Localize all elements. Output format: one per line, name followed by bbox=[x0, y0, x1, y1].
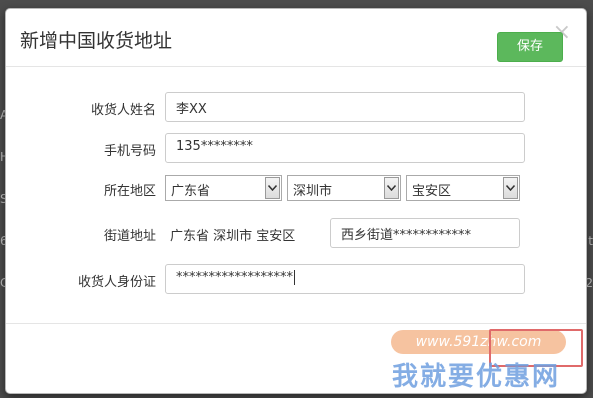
id-card-label: 收货人身份证 bbox=[77, 275, 156, 290]
phone-row: 手机号码 135******** bbox=[6, 133, 586, 163]
save-button[interactable]: 保存 bbox=[497, 32, 563, 62]
district-select[interactable]: 宝安区 bbox=[406, 175, 520, 201]
phone-value: 135******** bbox=[176, 139, 253, 154]
street-value: 西乡街道************ bbox=[341, 228, 472, 243]
recipient-row: 收货人姓名 李XX bbox=[6, 92, 586, 122]
chevron-down-icon bbox=[503, 177, 518, 199]
city-select[interactable]: 深圳市 bbox=[287, 175, 401, 201]
street-row: 街道地址 广东省 深圳市 宝安区 西乡街道************ bbox=[6, 218, 586, 248]
street-label: 街道地址 bbox=[103, 229, 156, 244]
watermark-text: 我就要优惠网 bbox=[392, 362, 561, 392]
district-value: 宝安区 bbox=[412, 184, 452, 199]
recipient-name-value: 李XX bbox=[176, 102, 207, 117]
province-value: 广东省 bbox=[171, 184, 211, 199]
region-row: 所在地区 广东省 深圳市 宝安区 bbox=[6, 173, 586, 203]
id-card-value: ****************** bbox=[176, 270, 293, 285]
city-value: 深圳市 bbox=[293, 184, 333, 199]
backdrop-fragment: t bbox=[588, 234, 593, 248]
id-card-input[interactable]: ****************** bbox=[165, 264, 525, 294]
phone-label: 手机号码 bbox=[103, 144, 156, 159]
region-label: 所在地区 bbox=[103, 184, 156, 199]
recipient-label: 收货人姓名 bbox=[90, 103, 156, 118]
recipient-name-input[interactable]: 李XX bbox=[165, 92, 525, 122]
street-prefix: 广东省 深圳市 宝安区 bbox=[170, 229, 296, 244]
dialog-title: 新增中国收货地址 bbox=[20, 30, 173, 52]
id-card-row: 收货人身份证 ****************** bbox=[6, 264, 586, 294]
chevron-down-icon bbox=[265, 177, 280, 199]
chevron-down-icon bbox=[384, 177, 399, 199]
phone-input[interactable]: 135******** bbox=[165, 133, 525, 163]
street-input[interactable]: 西乡街道************ bbox=[330, 218, 520, 248]
province-select[interactable]: 广东省 bbox=[165, 175, 282, 201]
text-cursor bbox=[294, 270, 295, 285]
